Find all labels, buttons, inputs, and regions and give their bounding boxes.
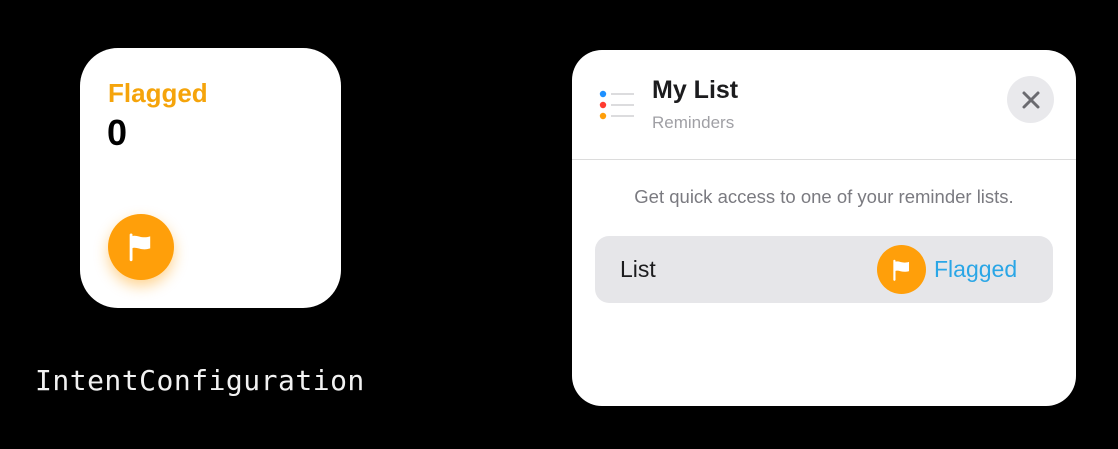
list-parameter-label: List bbox=[620, 256, 656, 282]
list-icon bbox=[598, 90, 638, 120]
widget-count: 0 bbox=[107, 112, 128, 153]
panel-subtitle: Reminders bbox=[652, 113, 735, 132]
list-parameter-row[interactable]: List Flagged bbox=[595, 236, 1053, 303]
close-button[interactable] bbox=[1007, 76, 1054, 123]
flag-icon bbox=[877, 245, 926, 294]
panel-description: Get quick access to one of your reminder… bbox=[634, 186, 1014, 207]
list-parameter-value[interactable]: Flagged bbox=[934, 256, 1017, 283]
close-icon bbox=[1022, 91, 1039, 108]
panel-title: My List bbox=[652, 76, 739, 104]
widget-title: Flagged bbox=[108, 78, 208, 108]
flag-icon bbox=[108, 214, 174, 280]
panel-header: My List Reminders bbox=[572, 50, 1076, 160]
widget-config-panel: My List Reminders Get quick access to on… bbox=[572, 50, 1076, 406]
caption-label: IntentConfiguration bbox=[35, 364, 365, 397]
flagged-widget[interactable]: Flagged 0 bbox=[80, 48, 341, 308]
